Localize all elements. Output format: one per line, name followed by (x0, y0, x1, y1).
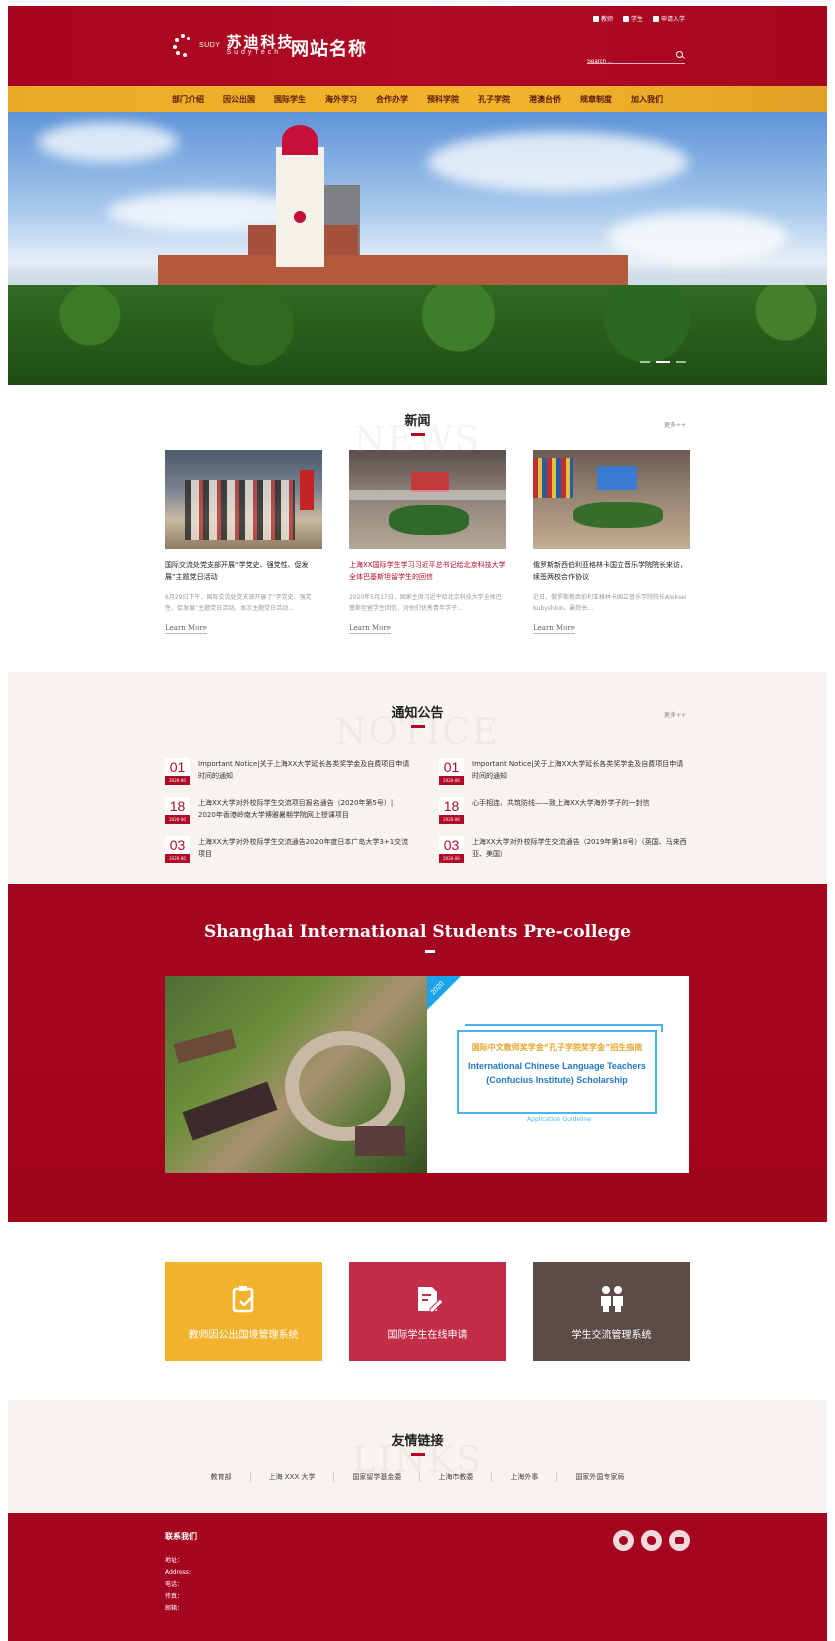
nav-item-preparatory[interactable]: 预科学院 (427, 94, 459, 105)
notice-item-text[interactable]: Important Notice|关于上海XX大学延长各类奖学金及自费项目申请时… (198, 758, 413, 782)
nav-item-cooperation[interactable]: 合作办学 (376, 94, 408, 105)
notice-item[interactable]: 01 2020-06 Important Notice|关于上海XX大学延长各类奖… (165, 758, 413, 787)
quick-link-teacher-abroad-system[interactable]: 教师因公出国境管理系统 (165, 1262, 322, 1361)
notice-date-badge: 18 2020-06 (439, 797, 464, 824)
scholarship-poster[interactable]: 2020 国际中文教师奖学金“孔子学院奖学金”招生指南 Internationa… (427, 976, 689, 1173)
nav-item-regulations[interactable]: 规章制度 (580, 94, 612, 105)
banner-pagination (640, 361, 686, 363)
weibo-icon[interactable] (641, 1530, 662, 1551)
people-icon (597, 1284, 627, 1314)
poster-english-line2: (Confucius Institute) Scholarship (486, 1075, 628, 1085)
notice-item-text[interactable]: 心手相连、共筑防线——致上海XX大学海外学子的一封信 (472, 797, 650, 809)
news-image[interactable] (349, 450, 506, 549)
top-link-student[interactable]: 学生 (622, 14, 643, 23)
banner-trees (8, 285, 827, 385)
top-links: 教师 学生 申请入学 (592, 14, 685, 23)
site-header: SUDY 苏迪科技 SudyTech 网站名称 教师 学生 申请入学 (8, 6, 827, 86)
news-card-summary: 近日，俄罗斯新西伯利亚格林卡国立音乐学院院长Aleksei Kubyshkin、… (533, 594, 687, 612)
page: SUDY 苏迪科技 SudyTech 网站名称 教师 学生 申请入学 部门介绍 … (0, 0, 835, 1641)
notice-item-text[interactable]: 上海XX大学对外校际学生交流项目报名通告（2020年第5号）| 2020年香港岭… (198, 797, 413, 821)
friend-links-section: 友情链接 LINKS 教育部 上海 XXX 大学 国家留学基金委 上海市教委 上… (8, 1400, 827, 1513)
nav-item-join-us[interactable]: 加入我们 (631, 94, 663, 105)
quick-link-student-exchange-system[interactable]: 学生交流管理系统 (533, 1262, 690, 1361)
news-card-title[interactable]: 上海XX国际学生学习习近平总书记给北京科技大学全体巴基斯坦留学生的回信 (349, 559, 506, 585)
notice-title: 通知公告 (391, 706, 444, 721)
notice-date-badge: 03 2020-06 (439, 836, 464, 863)
learn-more-link[interactable]: Learn More (533, 624, 575, 634)
notice-item[interactable]: 01 2020-06 Important Notice|关于上海XX大学延长各类奖… (439, 758, 687, 787)
main-nav: 部门介绍 因公出国 国际学生 海外学习 合作办学 预科学院 孔子学院 港澳台侨 … (8, 86, 827, 112)
learn-more-link[interactable]: Learn More (165, 624, 207, 634)
email-icon[interactable] (669, 1530, 690, 1551)
news-card-summary: 6月29日下午，国际交流处党支部开展了“学党史、强党性、促发展”主题党日活动。本… (165, 594, 312, 612)
notice-item-text[interactable]: 上海XX大学对外校际学生交流通告（2019年第18号）（英国、马来西亚、美国） (472, 836, 687, 860)
student-icon (622, 16, 629, 22)
poster-english-line1: International Chinese Language Teachers (468, 1061, 646, 1071)
nav-item-study-abroad[interactable]: 海外学习 (325, 94, 357, 105)
logo-sudy-text: SUDY (199, 41, 221, 49)
poster-guideline: Application Guideline (527, 1116, 591, 1123)
edit-document-icon (413, 1284, 444, 1314)
nav-item-international-students[interactable]: 国际学生 (274, 94, 306, 105)
notice-date-badge: 01 2020-06 (439, 758, 464, 785)
site-footer: 联系我们 地址： Address: 电话： 传真： 邮箱： (8, 1513, 827, 1641)
quick-link-online-application[interactable]: 国际学生在线申请 (349, 1262, 506, 1361)
news-card-title[interactable]: 俄罗斯新西伯利亚格林卡国立音乐学院院长来访，续签两校合作协议 (533, 559, 690, 585)
logo[interactable]: SUDY 苏迪科技 SudyTech (173, 32, 295, 57)
clipboard-check-icon (229, 1284, 259, 1314)
top-link-apply[interactable]: 申请入学 (652, 14, 685, 23)
search-box (587, 48, 685, 69)
top-link-teacher[interactable]: 教师 (592, 14, 613, 23)
news-card-title[interactable]: 国际交流处党支部开展“学党史、强党性、促发展”主题党日活动 (165, 559, 322, 585)
learn-more-link[interactable]: Learn More (349, 624, 391, 634)
banner-dot[interactable] (640, 361, 650, 363)
hero-banner[interactable] (8, 112, 827, 385)
logo-chinese-name: 苏迪科技 (226, 32, 295, 51)
clock-icon (292, 209, 308, 225)
news-image[interactable] (533, 450, 690, 549)
wechat-icon[interactable] (613, 1530, 634, 1551)
notice-item-text[interactable]: 上海XX大学对外校际学生交流通告2020年度日本广岛大学3+1交流项目 (198, 836, 413, 860)
notice-section: 通知公告 NOTICE 更多++ 01 2020-06 Important Not… (8, 672, 827, 884)
news-title: 新闻 (404, 414, 431, 429)
campus-aerial-image[interactable] (165, 976, 427, 1173)
teacher-icon (592, 16, 599, 22)
notice-date-badge: 18 2020-06 (165, 797, 190, 824)
nav-item-hk-macao-taiwan[interactable]: 港澳台侨 (529, 94, 561, 105)
search-icon[interactable] (676, 51, 683, 58)
notice-item[interactable]: 03 2020-06 上海XX大学对外校际学生交流通告2020年度日本广岛大学3+… (165, 836, 413, 865)
notice-item[interactable]: 18 2020-06 心手相连、共筑防线——致上海XX大学海外学子的一封信 (439, 797, 687, 826)
logo-dots-icon (173, 34, 195, 57)
pre-college-title: Shanghai International Students Pre-coll… (204, 922, 631, 942)
news-image[interactable] (165, 450, 322, 549)
quick-links-section: 教师因公出国境管理系统 国际学生在线申请 学生交流管理系统 (8, 1222, 827, 1400)
contact-info: 地址： Address: 电话： 传真： 邮箱： (165, 1557, 191, 1612)
document-icon (652, 16, 659, 22)
banner-clock-tower (276, 147, 324, 267)
banner-dot[interactable] (676, 361, 686, 363)
news-card[interactable]: 上海XX国际学生学习习近平总书记给北京科技大学全体巴基斯坦留学生的回信 2020… (349, 450, 506, 634)
news-section: 新闻 NEWS 更多++ 国际交流处党支部开展“学党史、强党性、促发展”主题党日… (8, 385, 827, 672)
pre-college-section: Shanghai International Students Pre-coll… (8, 884, 827, 1222)
news-card-summary: 2020年5月17日，国家主席习近平给北京科技大学全体巴基斯坦留学生回信，对他们… (349, 594, 502, 612)
search-input[interactable] (587, 55, 667, 69)
notice-date-badge: 01 2020-06 (165, 758, 190, 785)
notice-item[interactable]: 18 2020-06 上海XX大学对外校际学生交流项目报名通告（2020年第5号）… (165, 797, 413, 826)
nav-item-departments[interactable]: 部门介绍 (172, 94, 204, 105)
news-card[interactable]: 国际交流处党支部开展“学党史、强党性、促发展”主题党日活动 6月29日下午，国际… (165, 450, 322, 634)
notice-item[interactable]: 03 2020-06 上海XX大学对外校际学生交流通告（2019年第18号）（英国… (439, 836, 687, 865)
nav-item-confucius[interactable]: 孔子学院 (478, 94, 510, 105)
friend-links-title: 友情链接 (391, 1434, 444, 1449)
banner-dot-active[interactable] (656, 361, 670, 363)
notice-item-text[interactable]: Important Notice|关于上海XX大学延长各类奖学金及自费项目申请时… (472, 758, 687, 782)
notice-date-badge: 03 2020-06 (165, 836, 190, 863)
news-card[interactable]: 俄罗斯新西伯利亚格林卡国立音乐学院院长来访，续签两校合作协议 近日，俄罗斯新西伯… (533, 450, 690, 634)
site-name: 网站名称 (291, 39, 367, 60)
social-links (613, 1530, 690, 1551)
contact-title: 联系我们 (165, 1532, 197, 1541)
poster-chinese-title: 国际中文教师奖学金“孔子学院奖学金”招生指南 (471, 1043, 643, 1052)
nav-item-official-abroad[interactable]: 因公出国 (223, 94, 255, 105)
